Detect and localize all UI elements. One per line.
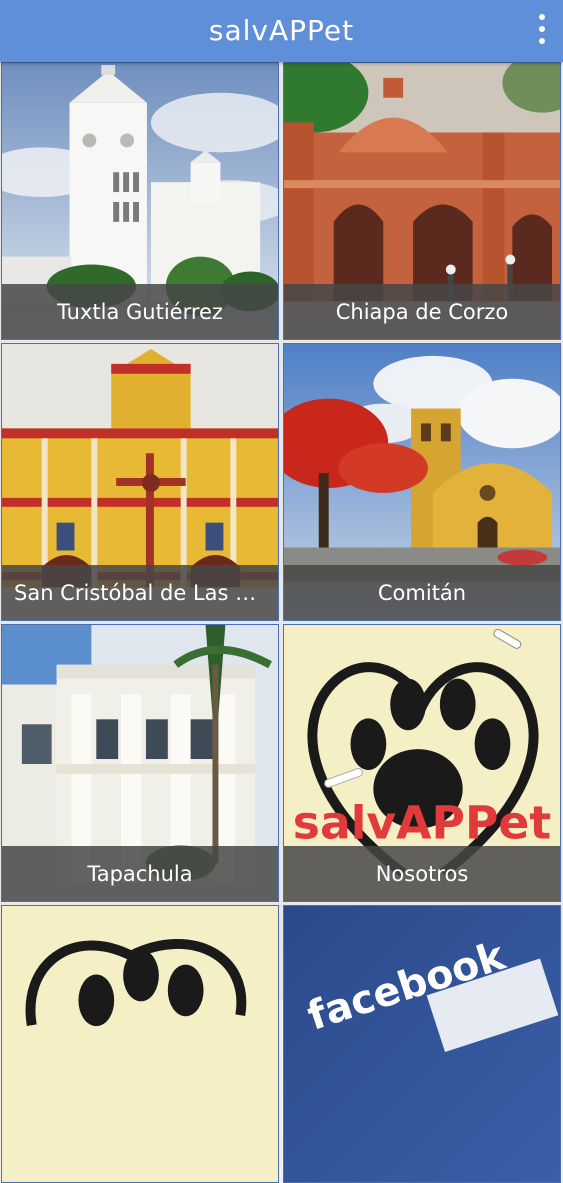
tile-tapachula[interactable]: Tapachula bbox=[1, 624, 279, 902]
tile-bottom-left[interactable] bbox=[1, 905, 279, 1183]
tile-san-cristobal[interactable]: San Cristóbal de Las Casas bbox=[1, 343, 279, 621]
tile-label: San Cristóbal de Las Casas bbox=[2, 565, 278, 620]
app-title: salvAPPet bbox=[208, 14, 355, 47]
tile-tuxtla-gutierrez[interactable]: Tuxtla Gutiérrez bbox=[1, 62, 279, 340]
tile-label: Tapachula bbox=[2, 846, 278, 901]
tile-label: Chiapa de Corzo bbox=[284, 284, 560, 339]
tile-comitan[interactable]: Comitán bbox=[283, 343, 561, 621]
salvappet-logo-text: salvAPPet bbox=[293, 796, 551, 849]
tile-label: Tuxtla Gutiérrez bbox=[2, 284, 278, 339]
city-grid: Tuxtla Gutiérrez Chiapa de Corzo San Cri… bbox=[0, 62, 563, 1183]
salvappet-paw-image bbox=[2, 906, 278, 1182]
overflow-menu-icon[interactable] bbox=[537, 14, 547, 44]
tile-label: Comitán bbox=[284, 565, 560, 620]
tile-facebook[interactable]: facebook bbox=[283, 905, 561, 1183]
tile-nosotros[interactable]: salvAPPet Nosotros bbox=[283, 624, 561, 902]
facebook-logo-image: facebook bbox=[284, 906, 560, 1182]
tile-label: Nosotros bbox=[284, 846, 560, 901]
app-bar: salvAPPet bbox=[0, 0, 563, 62]
tile-chiapa-de-corzo[interactable]: Chiapa de Corzo bbox=[283, 62, 561, 340]
